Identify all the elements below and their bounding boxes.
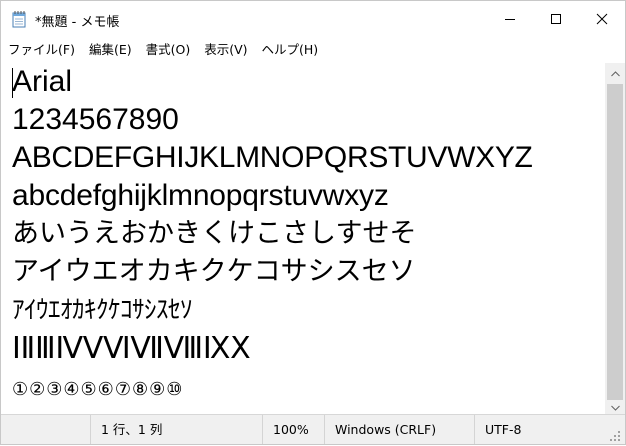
minimize-icon (504, 10, 516, 29)
maximize-button[interactable] (533, 1, 579, 37)
notepad-icon[interactable] (11, 10, 27, 28)
status-cursor-position: 1 行、1 列 (90, 415, 262, 444)
editor-line: ⅠⅡⅢⅣⅤⅥⅦⅧⅨⅩ (12, 332, 251, 365)
editor-line: ①②③④⑤⑥⑦⑧⑨⑩ (12, 379, 184, 400)
editor-line: Arial (12, 65, 73, 98)
text-caret (12, 68, 13, 98)
editor-line: ABCDEFGHIJKLMNOPQRSTUVWXYZ (12, 141, 533, 174)
status-blank (1, 415, 90, 444)
title-bar[interactable]: *無題 - メモ帳 (1, 1, 625, 37)
editor-line: アイウエオカキクケコサシスセソ (12, 256, 416, 287)
chevron-up-icon (610, 62, 620, 81)
editor-line: abcdefghijklmnopqrstuvwxyz (12, 179, 389, 212)
status-encoding: UTF-8 (474, 415, 605, 444)
editor-line: あいうえおかきくけこさしすせそ (12, 218, 417, 249)
maximize-icon (550, 10, 562, 29)
scroll-up-button[interactable] (605, 63, 625, 80)
minimize-button[interactable] (487, 1, 533, 37)
notepad-window: *無題 - メモ帳 ファイル(F) 編集(E) 書式(O) 表示(V) ヘルプ(… (0, 0, 626, 445)
menu-view[interactable]: 表示(V) (197, 37, 254, 63)
editor-line: 1234567890 (12, 103, 179, 136)
status-zoom: 100% (262, 415, 324, 444)
chevron-down-icon (610, 396, 620, 415)
window-title: *無題 - メモ帳 (35, 15, 120, 30)
menu-format[interactable]: 書式(O) (139, 37, 198, 63)
close-icon (596, 10, 608, 29)
status-bar: 1 行、1 列 100% Windows (CRLF) UTF-8 (1, 414, 625, 444)
menu-help[interactable]: ヘルプ(H) (255, 37, 326, 63)
menu-bar: ファイル(F) 編集(E) 書式(O) 表示(V) ヘルプ(H) (1, 37, 625, 63)
text-editor[interactable]: Arial 1234567890 ABCDEFGHIJKLMNOPQRSTUVW… (1, 63, 605, 414)
menu-file[interactable]: ファイル(F) (1, 37, 82, 63)
scroll-down-button[interactable] (605, 397, 625, 414)
editor-line: ｱｲｳｴｵｶｷｸｹｺｻｼｽｾｿ (12, 295, 193, 324)
close-button[interactable] (579, 1, 625, 37)
scroll-thumb[interactable] (607, 84, 623, 400)
vertical-scrollbar[interactable] (605, 63, 625, 414)
menu-edit[interactable]: 編集(E) (82, 37, 139, 63)
status-line-ending: Windows (CRLF) (324, 415, 474, 444)
resize-grip-icon[interactable] (607, 427, 621, 441)
